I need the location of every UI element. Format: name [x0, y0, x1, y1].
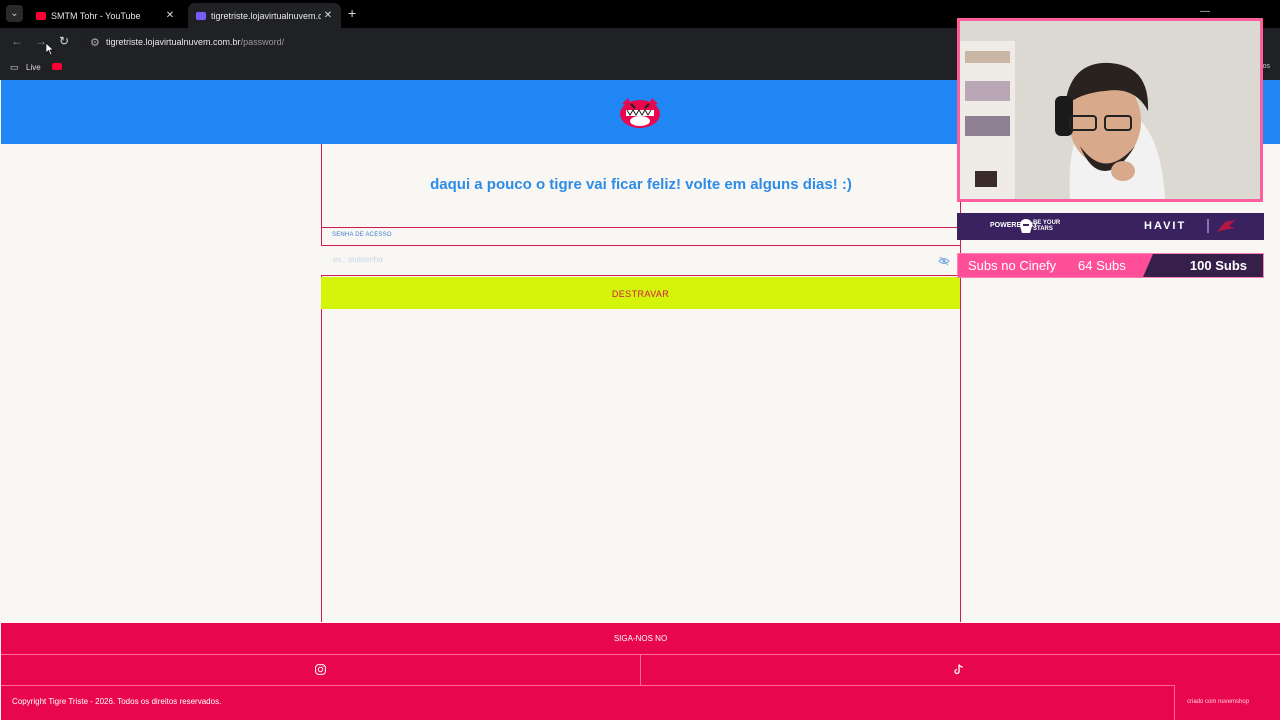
- brand-name: BE YOUR STARS: [1033, 220, 1060, 232]
- tab-tigretriste[interactable]: tigretriste.lojavirtualnuvem.com ✕: [188, 3, 341, 28]
- webcam-overlay: [957, 18, 1263, 202]
- address-bar[interactable]: ⚙ tigretriste.lojavirtualnuvem.com.br/pa…: [82, 31, 962, 53]
- dragon-logo-icon: [1217, 220, 1235, 232]
- brand-line-2: STARS: [1033, 226, 1053, 232]
- havit-logo: HAVIT: [1144, 220, 1187, 232]
- password-label: SENHA DE ACESSO: [332, 232, 392, 238]
- unlock-button[interactable]: DESTRAVAR: [321, 277, 960, 309]
- divider: [1174, 685, 1175, 720]
- url-domain: tigretriste.lojavirtualnuvem.com.br: [106, 37, 241, 47]
- webcam-feed-image: [960, 21, 1260, 199]
- password-input[interactable]: [331, 254, 915, 265]
- divider: [1207, 219, 1209, 233]
- divider: [1, 685, 1175, 686]
- youtube-icon: [36, 11, 46, 20]
- subs-current: 64 Subs: [1078, 258, 1126, 273]
- subs-label: Subs no Cinefy: [968, 258, 1057, 273]
- reload-icon[interactable]: ↻: [59, 34, 69, 48]
- nuvemshop-credit[interactable]: criado com nuvemshop: [1187, 699, 1249, 705]
- follow-us-label: SIGA-NOS NO: [613, 634, 668, 643]
- divider: [640, 654, 641, 685]
- tiger-logo-icon[interactable]: [617, 96, 663, 130]
- site-info-icon[interactable]: ⚙: [90, 36, 100, 49]
- minimize-icon[interactable]: —: [1200, 6, 1210, 17]
- close-tab-icon[interactable]: ✕: [163, 10, 177, 21]
- new-tab-button[interactable]: +: [348, 5, 356, 21]
- copyright-text: Copyright Tigre Triste - 2026. Todos os …: [12, 697, 222, 706]
- site-favicon-icon: [196, 11, 206, 20]
- subs-goal: 100 Subs: [1189, 258, 1247, 273]
- all-bookmarks-label[interactable]: os: [1263, 63, 1270, 70]
- mouse-cursor-icon: [46, 43, 54, 55]
- subs-goal-widget: Subs no Cinefy 64 Subs 100 Subs: [957, 253, 1264, 278]
- helmet-icon: [1020, 219, 1032, 233]
- password-panel: [321, 144, 961, 622]
- closed-store-message: daqui a pouco o tigre vai ficar feliz! v…: [430, 176, 852, 193]
- tab-title: SMTM Tohr - YouTube: [51, 10, 141, 21]
- password-field-wrapper: [321, 245, 960, 276]
- sponsor-banner: POWERED BY BE YOUR STARS HAVIT: [957, 213, 1264, 240]
- instagram-icon[interactable]: [315, 664, 326, 675]
- close-tab-icon[interactable]: ✕: [321, 10, 335, 21]
- url-path: /password/: [240, 37, 285, 47]
- tab-search-icon[interactable]: ⌄: [6, 5, 23, 22]
- tiktok-icon[interactable]: [954, 664, 964, 675]
- youtube-bookmark-icon[interactable]: [52, 63, 62, 70]
- tab-title: tigretriste.lojavirtualnuvem.com: [211, 10, 321, 21]
- back-icon[interactable]: ←: [11, 34, 23, 48]
- tab-youtube[interactable]: SMTM Tohr - YouTube ✕: [28, 3, 183, 28]
- folder-icon: ▭: [10, 62, 19, 72]
- bookmark-live[interactable]: Live: [26, 63, 41, 72]
- toggle-password-visibility-icon[interactable]: [938, 256, 950, 266]
- divider: [321, 227, 960, 228]
